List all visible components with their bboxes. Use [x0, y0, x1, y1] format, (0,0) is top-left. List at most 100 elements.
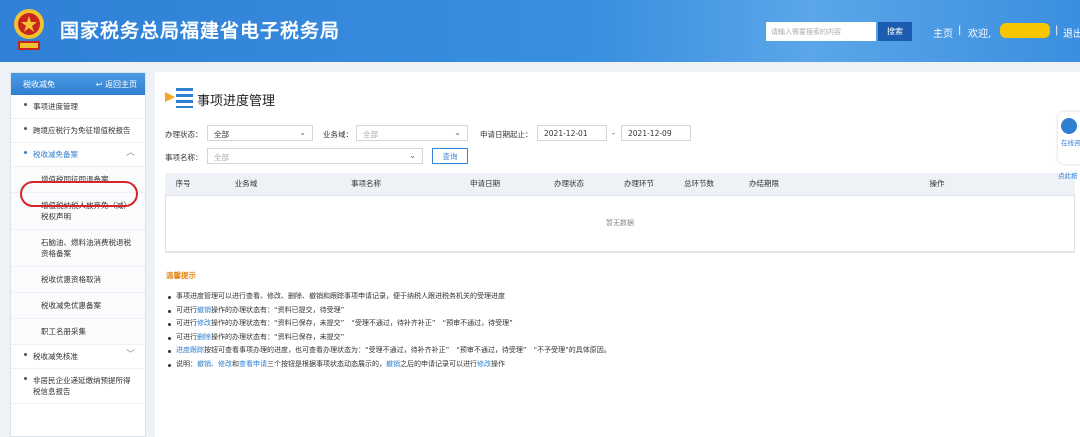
top-header: 国家税务总局福建省电子税务局 搜索 主页 | 欢迎, | 退出 [0, 0, 1080, 62]
date-to-input[interactable]: 2021-12-09 [621, 125, 691, 141]
item-name-select-value: 全部 [214, 153, 229, 162]
column-header: 业务域 [201, 173, 291, 196]
sidebar-subitem-label: 石脑油、燃料油消费税退税资格备案 [41, 238, 131, 258]
sidebar-item-label: 跨境应税行为免征增值税报告 [33, 126, 131, 135]
sidebar-subitem-naphtha[interactable]: 石脑油、燃料油消费税退税资格备案 [11, 230, 145, 267]
bullet-icon [24, 127, 27, 130]
tip-item: 说明：撤销、修改和查看申请三个按钮是根据事项状态动态展示的，撤销之后的申请记录可… [166, 358, 1066, 372]
tip-text: 操作的办理状态有：“资料已提交，待受理” [211, 305, 345, 314]
sidebar-subitem-label: 职工名册采集 [41, 327, 86, 336]
tip-keyword-link[interactable]: 修改 [197, 319, 211, 327]
sidebar-item-label: 税收减免备案 [33, 150, 78, 159]
sidebar-item-reduction-filing[interactable]: 税收减免备案 ︿ [11, 143, 145, 167]
tip-text: 操作的办理状态有：“资料已保存，未提交” [211, 332, 345, 341]
status-select[interactable]: 全部 ⌄ [207, 125, 313, 141]
tip-item: 事项进度管理可以进行查看、修改、删除、撤销和跟踪事项申请记录，便于纳税人跟进税务… [166, 290, 1066, 304]
tip-text: 操作 [491, 359, 505, 368]
sidebar-subitem-cancel-qualification[interactable]: 税收优惠资格取消 [11, 267, 145, 293]
sidebar: 税收减免 ↩ 返回主页 事项进度管理 跨境应税行为免征增值税报告 税收减免备案 ︿… [10, 72, 146, 437]
sidebar-subitem-staff-roster[interactable]: 职工名册采集 [11, 319, 145, 345]
column-header: 操作 [799, 173, 1075, 196]
chevron-down-icon: ⌄ [409, 151, 416, 160]
query-button[interactable]: 查询 [432, 148, 468, 164]
sidebar-title: 税收减免 [23, 80, 55, 89]
domain-label: 业务域： [323, 130, 353, 139]
bullet-icon [24, 377, 27, 380]
chevron-up-icon: ︿ [125, 148, 135, 158]
tip-text: 和 [232, 359, 239, 368]
column-header: 总环节数 [669, 173, 729, 196]
sidebar-item-label: 非居民企业递延缴纳预提所得税信息报告 [33, 376, 131, 396]
tip-text: 可进行 [176, 305, 197, 314]
table-row: 暂无数据 [165, 195, 1075, 252]
tip-keyword-link[interactable]: 查看申请 [239, 360, 267, 368]
search-button[interactable]: 搜索 [878, 22, 912, 41]
bullet-icon [24, 353, 27, 356]
sidebar-subitem-label: 税收减免优惠备案 [41, 301, 101, 310]
username-redacted [1000, 23, 1050, 38]
tip-text: 可进行 [176, 319, 197, 327]
chevron-down-icon: ⌄ [454, 128, 461, 137]
sidebar-header: 税收减免 ↩ 返回主页 [11, 73, 145, 95]
sidebar-subitem-label: 税收优惠资格取消 [41, 275, 101, 284]
date-from-input[interactable]: 2021-12-01 [537, 125, 607, 141]
tip-keyword-link[interactable]: 撤销、修改 [197, 360, 232, 368]
sidebar-subitem-preference-filing[interactable]: 税收减免优惠备案 [11, 293, 145, 319]
online-consult-label: 在线咨询 [1061, 139, 1080, 147]
main-content: 事项进度管理 办理状态： 全部 ⌄ 业务域： 全部 ⌄ 申请日期起止： 2021-1… [155, 72, 1080, 437]
tip-item: 可进行撤销操作的办理状态有：“资料已提交，待受理” [166, 304, 1066, 318]
tip-keyword-link[interactable]: 删除 [197, 333, 211, 341]
tip-text: 之后的申请记录可以进行 [400, 359, 477, 368]
chat-icon [1061, 118, 1077, 134]
table-header-row: 序号 业务域 事项名称 申请日期 办理状态 办理环节 总环节数 办结期限 操作 [165, 173, 1075, 196]
sidebar-item-cross-border[interactable]: 跨境应税行为免征增值税报告 [11, 119, 145, 143]
status-label: 办理状态： [165, 130, 203, 139]
tip-keyword-link[interactable]: 进度跟踪 [176, 346, 204, 354]
item-name-label: 事项名称： [165, 153, 203, 162]
tip-text: 说明： [176, 359, 197, 368]
tip-keyword-link[interactable]: 撤销 [386, 360, 400, 368]
search-input[interactable] [766, 22, 876, 41]
sidebar-item-label: 税收减免核准 [33, 352, 78, 361]
tip-item: 进度跟踪按钮可查看事项办理的进度，也可查看办理状态为：“受理不通过，待补齐补正”… [166, 344, 1066, 358]
logout-link[interactable]: 退出 [1063, 25, 1080, 40]
back-arrow-icon: ↩ [95, 80, 103, 89]
site-title: 国家税务总局福建省电子税务局 [60, 20, 341, 42]
tips-title: 温馨提示 [166, 271, 196, 280]
nav-divider: | [1055, 25, 1059, 36]
home-link[interactable]: 主页 [933, 25, 953, 40]
bullet-icon [24, 103, 27, 106]
welcome-text: 欢迎, [968, 29, 992, 40]
online-consult-button[interactable]: 在线咨询 [1058, 112, 1080, 164]
tip-text: 操作的办理状态有：“资料已保存，未提交” “受理不通过，待补齐补正” “预审不通… [211, 319, 513, 327]
tip-text: 事项进度管理可以进行查看、修改、删除、撤销和跟踪事项申请记录，便于纳税人跟进税务… [176, 292, 505, 300]
column-header: 事项名称 [291, 173, 441, 196]
sidebar-item-progress[interactable]: 事项进度管理 [11, 95, 145, 119]
date-range-label: 申请日期起止： [480, 130, 533, 139]
tip-text: 三个按钮是根据事项状态动态展示的， [267, 359, 386, 368]
status-select-value: 全部 [214, 130, 229, 139]
domain-select[interactable]: 全部 ⌄ [356, 125, 468, 141]
back-home-link[interactable]: ↩ 返回主页 [96, 79, 137, 90]
tip-keyword-link[interactable]: 撤销 [197, 306, 211, 314]
page-title: 事项进度管理 [197, 94, 276, 109]
column-header: 办理环节 [609, 173, 669, 196]
column-header: 申请日期 [441, 173, 529, 196]
item-name-select[interactable]: 全部 ⌄ [207, 148, 423, 164]
empty-state-text: 暂无数据 [165, 195, 1075, 252]
tip-text: 按钮可查看事项办理的进度，也可查看办理状态为：“受理不通过，待补齐补正” “预审… [204, 346, 611, 354]
sidebar-item-reduction-approval[interactable]: 税收减免核准 ﹀ [11, 345, 145, 369]
tips-list: 事项进度管理可以进行查看、修改、删除、撤销和跟踪事项申请记录，便于纳税人跟进税务… [166, 290, 1066, 371]
result-table: 序号 业务域 事项名称 申请日期 办理状态 办理环节 总环节数 办结期限 操作 … [165, 173, 1075, 252]
column-header: 办结期限 [729, 173, 799, 196]
sidebar-item-nonresident-report[interactable]: 非居民企业递延缴纳预提所得税信息报告 [11, 369, 145, 404]
date-separator: - [612, 129, 615, 138]
float-more-link[interactable]: 点此按 [1058, 170, 1080, 180]
highlight-annotation [20, 181, 138, 207]
tip-text: 可进行 [176, 332, 197, 341]
nav-divider: | [958, 25, 962, 36]
column-header: 序号 [165, 173, 201, 196]
tip-keyword-link[interactable]: 修改 [477, 360, 491, 368]
domain-select-value: 全部 [363, 130, 378, 139]
column-header: 办理状态 [529, 173, 609, 196]
